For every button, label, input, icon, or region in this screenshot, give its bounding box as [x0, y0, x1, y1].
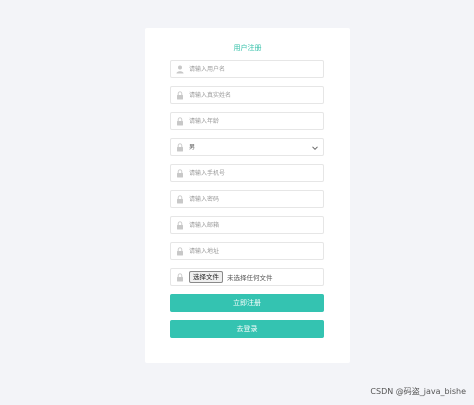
lock-icon	[177, 195, 183, 204]
username-input[interactable]	[189, 61, 319, 77]
watermark: CSDN @码盗_java_bishe	[370, 387, 466, 396]
user-icon	[176, 65, 184, 74]
form-title: 用户注册	[233, 44, 262, 52]
email-field[interactable]	[170, 216, 324, 234]
phone-field[interactable]	[170, 164, 324, 182]
address-input[interactable]	[189, 243, 319, 259]
file-status: 未选择任何文件	[227, 274, 273, 282]
address-field[interactable]	[170, 242, 324, 260]
file-field[interactable]: 选择文件 未选择任何文件	[170, 268, 324, 286]
lock-icon	[177, 143, 183, 152]
register-card: 用户注册 男	[145, 28, 350, 363]
lock-icon	[177, 91, 183, 100]
choose-file-button[interactable]: 选择文件	[189, 271, 223, 283]
register-button[interactable]: 立即注册	[170, 294, 324, 312]
realname-input[interactable]	[189, 87, 319, 103]
age-input[interactable]	[189, 113, 319, 129]
chevron-down-icon	[312, 146, 318, 151]
lock-icon	[177, 247, 183, 256]
lock-icon	[177, 221, 183, 230]
gender-select[interactable]: 男	[189, 139, 319, 155]
email-input[interactable]	[189, 217, 319, 233]
lock-icon	[177, 117, 183, 126]
gender-field[interactable]: 男	[170, 138, 324, 156]
lock-icon	[177, 273, 183, 282]
password-input[interactable]	[189, 191, 319, 207]
realname-field[interactable]	[170, 86, 324, 104]
go-login-button[interactable]: 去登录	[170, 320, 324, 338]
phone-input[interactable]	[189, 165, 319, 181]
username-field[interactable]	[170, 60, 324, 78]
password-field[interactable]	[170, 190, 324, 208]
age-field[interactable]	[170, 112, 324, 130]
lock-icon	[177, 169, 183, 178]
